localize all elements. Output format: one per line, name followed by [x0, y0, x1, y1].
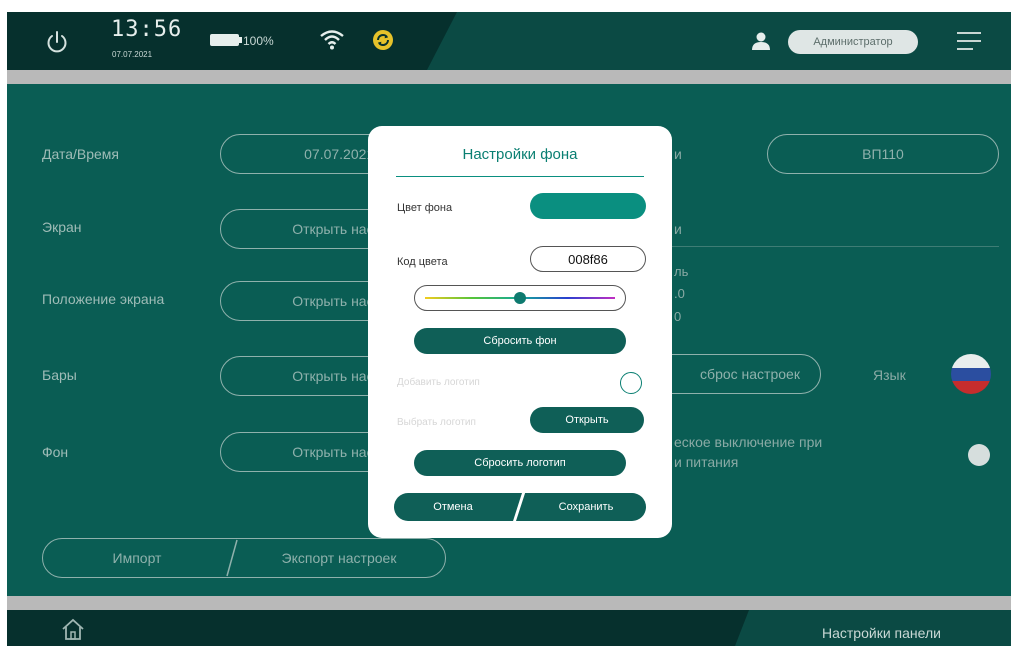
user-role-badge[interactable]: Администратор	[788, 30, 918, 54]
reset-bg-button[interactable]: Сбросить фон	[414, 328, 626, 354]
wifi-icon[interactable]	[319, 28, 345, 50]
info-fragment-1: ль	[674, 264, 689, 279]
power-icon[interactable]	[43, 28, 71, 56]
reset-bg-label: Сбросить фон	[483, 335, 557, 347]
color-code-value: 008f86	[568, 251, 608, 267]
background-label: Фон	[42, 444, 69, 460]
hue-slider-thumb[interactable]	[514, 292, 526, 304]
dialog-title: Настройки фона	[462, 146, 578, 163]
open-logo-button[interactable]: Открыть	[530, 407, 644, 433]
add-logo-label: Добавить логотип	[397, 377, 480, 388]
import-button[interactable]: Импорт	[42, 538, 232, 578]
battery-icon	[210, 34, 242, 46]
select-logo-label: Выбрать логотип	[397, 417, 476, 428]
top-separator	[7, 70, 1011, 84]
auto-off-toggle[interactable]	[968, 444, 990, 466]
device-label-fragment: и	[674, 146, 682, 162]
export-label: Экспорт настроек	[281, 550, 397, 566]
import-export-divider	[226, 539, 238, 577]
datetime-label: Дата/Время	[42, 146, 120, 162]
cancel-button[interactable]: Отмена	[394, 493, 522, 521]
hue-slider[interactable]	[414, 285, 626, 311]
language-label: Язык	[873, 367, 906, 383]
top-status-bar-right	[427, 12, 1011, 70]
clock-time: 13:56	[111, 17, 183, 42]
save-button[interactable]: Сохранить	[516, 493, 646, 521]
bottom-separator	[7, 596, 1011, 610]
cancel-label: Отмена	[433, 501, 473, 513]
info-fragment-2: .0	[674, 286, 685, 301]
reset-logo-label: Сбросить логотип	[474, 457, 566, 469]
right-divider-line	[672, 246, 999, 247]
color-code-input[interactable]: 008f86	[530, 246, 646, 272]
bottom-title: Настройки панели	[822, 625, 941, 641]
position-label: Положение экрана	[42, 291, 165, 307]
color-code-label: Код цвета	[397, 256, 448, 268]
battery-percent: 100%	[243, 34, 274, 48]
device-model-button[interactable]: ВП110	[767, 134, 999, 174]
menu-icon[interactable]	[957, 29, 981, 53]
save-label: Сохранить	[558, 501, 614, 513]
flag-russia-icon[interactable]	[951, 354, 991, 394]
bottom-bar: Настройки панели	[7, 610, 1011, 646]
import-label: Импорт	[112, 550, 162, 566]
screen-right-fragment: и	[674, 221, 682, 237]
auto-off-line1: еское выключение при	[674, 434, 823, 450]
sync-icon[interactable]	[372, 29, 394, 51]
info-fragment-3: 0	[674, 309, 682, 324]
top-status-bar: 13:56 07.07.2021 100% Администратор	[7, 12, 1011, 70]
auto-off-line2: и питания	[674, 454, 739, 470]
clock-date: 07.07.2021	[112, 50, 153, 59]
bg-color-label: Цвет фона	[397, 202, 453, 214]
user-icon	[752, 32, 770, 50]
screen-label: Экран	[42, 219, 82, 235]
bg-color-swatch[interactable]	[530, 193, 646, 219]
reset-settings-label: сброс настроек	[700, 366, 800, 382]
dialog-title-underline	[396, 176, 644, 177]
export-button[interactable]: Экспорт настроек	[239, 538, 439, 578]
home-icon[interactable]	[61, 618, 85, 640]
bars-label: Бары	[42, 367, 77, 383]
reset-logo-button[interactable]: Сбросить логотип	[414, 450, 626, 476]
device-model-value: ВП110	[862, 146, 904, 162]
user-role-text: Администратор	[813, 36, 893, 48]
background-settings-dialog: Настройки фона Цвет фона Код цвета 008f8…	[368, 126, 672, 538]
add-logo-checkbox[interactable]	[620, 372, 642, 394]
open-logo-label: Открыть	[565, 414, 609, 426]
